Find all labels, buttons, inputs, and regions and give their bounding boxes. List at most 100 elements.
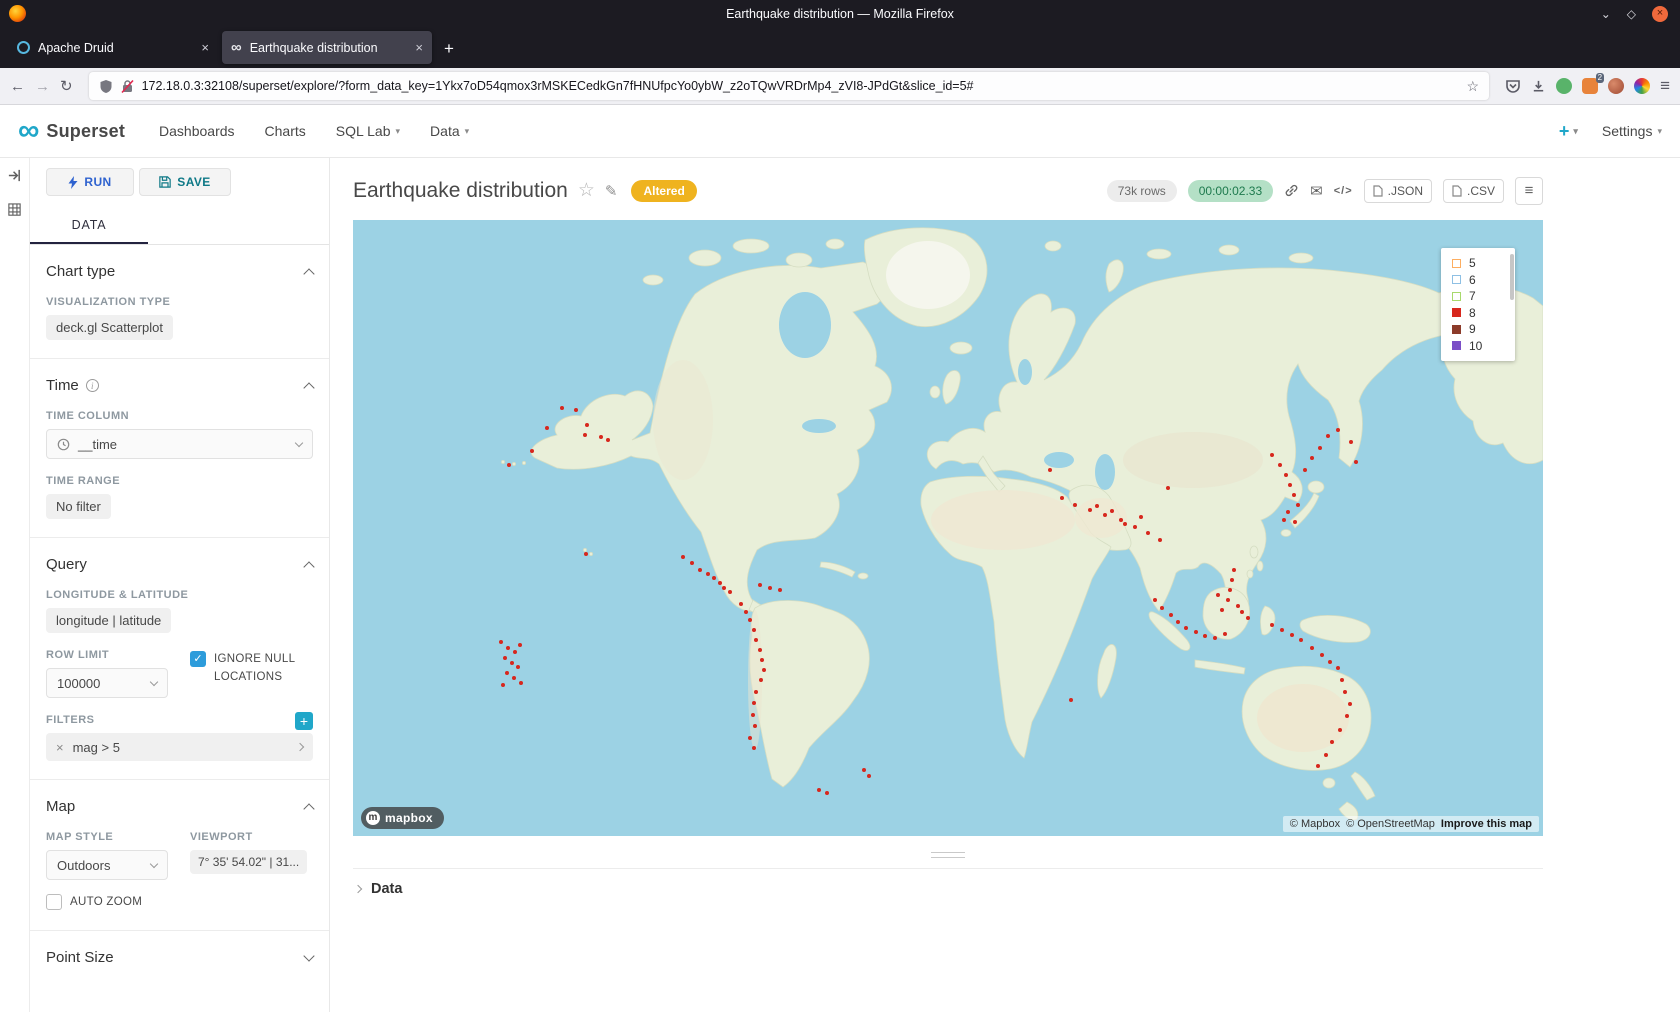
chart-header: Earthquake distribution ☆ ✎ Altered 73k … (353, 171, 1543, 210)
insecure-lock-icon[interactable] (121, 79, 134, 94)
earthquake-point (1088, 508, 1092, 512)
data-panel-header[interactable]: Data (353, 868, 1543, 909)
extension-pinwheel-icon[interactable] (1634, 78, 1650, 94)
tab-close-icon[interactable]: × (201, 40, 209, 55)
browser-toolbar: ← → ↻ 172.18.0.3:32108/superset/explore/… (0, 68, 1680, 105)
hamburger-menu-icon[interactable]: ≡ (1660, 76, 1670, 96)
tab-data[interactable]: DATA (30, 210, 148, 244)
nav-data[interactable]: Data ▾ (430, 123, 469, 139)
dataset-grid-icon[interactable] (7, 202, 22, 222)
time-column-label: TIME COLUMN (46, 410, 313, 422)
profile-avatar[interactable] (1608, 78, 1624, 94)
bookmark-star-icon[interactable]: ☆ (1467, 78, 1480, 95)
scatter-layer (353, 220, 1543, 836)
add-filter-button[interactable]: + (295, 712, 313, 730)
attribution-mapbox[interactable]: © Mapbox (1290, 818, 1340, 830)
reload-icon[interactable]: ↻ (60, 77, 73, 95)
earthquake-point (1223, 632, 1227, 636)
lon-lat-chip[interactable]: longitude | latitude (46, 608, 171, 633)
pocket-icon[interactable] (1505, 78, 1521, 94)
nav-sql-lab[interactable]: SQL Lab ▾ (336, 123, 400, 139)
filter-chip[interactable]: × mag > 5 (46, 733, 313, 761)
row-limit-value: 100000 (57, 676, 100, 691)
earthquake-point (1160, 606, 1164, 610)
remove-filter-icon[interactable]: × (56, 740, 64, 755)
tracking-shield-icon[interactable] (99, 79, 113, 94)
close-icon[interactable]: × (1652, 6, 1668, 22)
deckgl-map[interactable]: 5678910 m mapbox © Mapbox © OpenStreetMa… (353, 220, 1543, 836)
tab-earthquake-distribution[interactable]: ∞ Earthquake distribution × (222, 31, 432, 64)
section-chart-type[interactable]: Chart type (46, 263, 313, 280)
tab-apache-druid[interactable]: Apache Druid × (8, 31, 218, 64)
earthquake-point (867, 774, 871, 778)
drag-handle[interactable] (931, 852, 965, 858)
extension-green-icon[interactable] (1556, 78, 1572, 94)
earthquake-point (584, 552, 588, 556)
run-button[interactable]: RUN (46, 168, 134, 196)
settings-menu[interactable]: Settings ▾ (1602, 123, 1662, 139)
extension-orange-icon[interactable]: 2 (1582, 78, 1598, 94)
section-query[interactable]: Query (46, 556, 313, 573)
export-csv-button[interactable]: .CSV (1443, 179, 1504, 203)
legend-item[interactable]: 6 (1452, 272, 1515, 289)
viz-type-chip[interactable]: deck.gl Scatterplot (46, 315, 173, 340)
legend-item[interactable]: 10 (1452, 338, 1515, 355)
attribution-osm[interactable]: © OpenStreetMap (1346, 818, 1435, 830)
earthquake-point (1228, 588, 1232, 592)
ignore-null-checkbox[interactable]: ✓ IGNORE NULL LOCATIONS (190, 651, 313, 687)
superset-logo[interactable]: ∞ Superset (18, 116, 125, 146)
header-right: + ▾ Settings ▾ (1559, 121, 1662, 142)
nav-charts[interactable]: Charts (265, 123, 306, 139)
chevron-down-icon (295, 438, 303, 446)
section-map[interactable]: Map (46, 798, 313, 815)
mapbox-logo[interactable]: m mapbox (361, 807, 444, 829)
earthquake-point (1292, 493, 1296, 497)
share-link-icon[interactable] (1284, 183, 1299, 198)
nav-dashboards[interactable]: Dashboards (159, 123, 235, 139)
expand-panel-icon[interactable] (7, 168, 22, 188)
downloads-icon[interactable] (1531, 79, 1546, 94)
url-text[interactable]: 172.18.0.3:32108/superset/explore/?form_… (142, 79, 1459, 93)
time-range-chip[interactable]: No filter (46, 494, 111, 519)
edit-pencil-icon[interactable]: ✎ (605, 182, 618, 200)
embed-code-icon[interactable]: </> (1334, 185, 1353, 197)
earthquake-point (1310, 646, 1314, 650)
save-button[interactable]: SAVE (139, 168, 231, 196)
nav-sql-lab-label: SQL Lab (336, 123, 391, 139)
map-style-select[interactable]: Outdoors (46, 850, 168, 880)
divider (30, 779, 329, 780)
data-panel-title: Data (371, 881, 402, 897)
earthquake-point (817, 788, 821, 792)
new-tab-button[interactable]: + (444, 39, 454, 59)
window-title: Earthquake distribution — Mozilla Firefo… (726, 7, 954, 21)
attribution-improve-link[interactable]: Improve this map (1441, 818, 1532, 830)
time-column-select[interactable]: __time (46, 429, 313, 459)
chevron-up-icon (303, 382, 314, 393)
legend-item[interactable]: 5 (1452, 255, 1515, 272)
new-item-button[interactable]: + ▾ (1559, 121, 1578, 142)
section-time[interactable]: Time i (46, 377, 313, 394)
earthquake-point (1328, 660, 1332, 664)
row-limit-select[interactable]: 100000 (46, 668, 168, 698)
favorite-star-icon[interactable]: ☆ (578, 179, 595, 202)
map-style-value: Outdoors (57, 858, 110, 873)
back-icon[interactable]: ← (10, 78, 25, 95)
row-limit-label: ROW LIMIT (46, 649, 168, 661)
forward-icon[interactable]: → (35, 78, 50, 95)
legend-scrollbar[interactable] (1510, 254, 1514, 300)
auto-zoom-checkbox[interactable]: AUTO ZOOM (46, 894, 313, 912)
tab-close-icon[interactable]: × (415, 40, 423, 55)
url-bar[interactable]: 172.18.0.3:32108/superset/explore/?form_… (89, 72, 1490, 100)
section-point-size[interactable]: Point Size (46, 949, 313, 966)
email-icon[interactable]: ✉ (1310, 182, 1323, 200)
export-json-button[interactable]: .JSON (1364, 179, 1432, 203)
chart-menu-button[interactable]: ≡ (1515, 177, 1543, 205)
earthquake-point (1282, 518, 1286, 522)
viewport-chip[interactable]: 7° 35' 54.02" | 31... (190, 850, 307, 874)
legend-item[interactable]: 7 (1452, 288, 1515, 305)
legend-item[interactable]: 8 (1452, 305, 1515, 322)
earthquake-point (1270, 623, 1274, 627)
maximize-icon[interactable]: ◇ (1627, 8, 1636, 20)
minimize-icon[interactable]: ⌄ (1601, 8, 1611, 20)
legend-item[interactable]: 9 (1452, 321, 1515, 338)
